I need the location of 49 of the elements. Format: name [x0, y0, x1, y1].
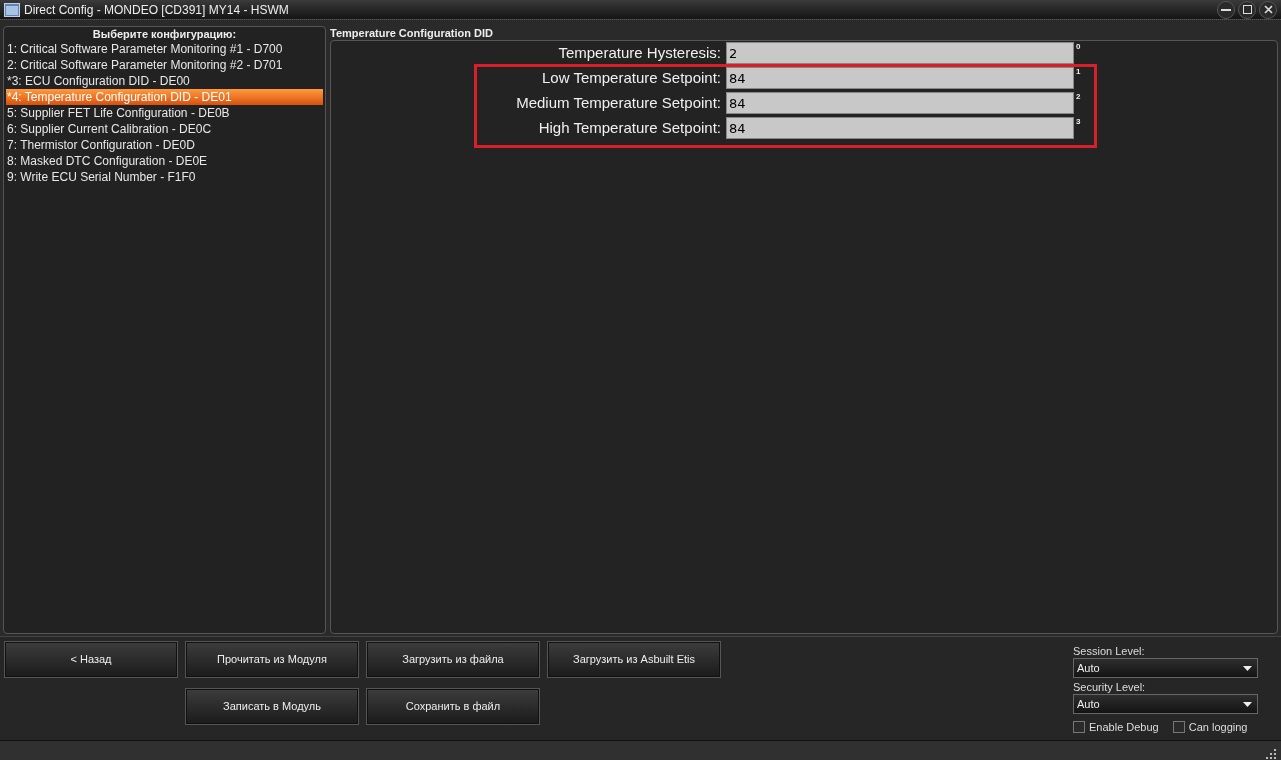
- minimize-button[interactable]: [1217, 0, 1235, 19]
- input-field[interactable]: 2: [726, 42, 1074, 64]
- checkbox-label: Can logging: [1188, 720, 1248, 735]
- close-button[interactable]: [1259, 0, 1277, 19]
- dropdown-value: Auto: [1077, 660, 1100, 676]
- minimize-icon: [1221, 8, 1231, 11]
- action-button[interactable]: Записать в Модуль: [186, 689, 358, 724]
- action-button[interactable]: < Назад: [5, 642, 177, 677]
- caret-icon: [1243, 665, 1252, 671]
- input-field[interactable]: 84: [726, 92, 1074, 114]
- sidebar-item[interactable]: 7: Thermistor Configuration - DE0D: [6, 137, 323, 153]
- input-field[interactable]: 84: [726, 117, 1074, 139]
- panel-title: Temperature Configuration DID: [330, 26, 494, 40]
- field-label: High Temperature Setpoint:: [537, 118, 722, 138]
- field-index: 3: [1075, 117, 1081, 127]
- sidebar-item[interactable]: 6: Supplier Current Calibration - DE0C: [6, 121, 323, 137]
- sidebar-item[interactable]: *3: ECU Configuration DID - DE00: [6, 73, 323, 89]
- action-button[interactable]: Сохранить в файл: [367, 689, 539, 724]
- sidebar-item[interactable]: 2: Critical Software Parameter Monitoring #2 - D701: [6, 57, 323, 73]
- action-button[interactable]: Загрузить из Asbuilt Etis: [548, 642, 720, 677]
- field-index: 0: [1075, 42, 1081, 52]
- field-label: Temperature Hysteresis:: [557, 43, 722, 63]
- checkbox[interactable]: [1172, 721, 1185, 734]
- select-label: Security Level:: [1073, 680, 1147, 694]
- dropdown[interactable]: Auto: [1073, 694, 1258, 714]
- select-label: Session Level:: [1073, 644, 1146, 658]
- field-label: Medium Temperature Setpoint:: [515, 93, 722, 113]
- sidebar-item[interactable]: 8: Masked DTC Configuration - DE0E: [6, 153, 323, 169]
- field-index: 2: [1075, 92, 1081, 102]
- sidebar-item[interactable]: 1: Critical Software Parameter Monitoring #1 - D700: [6, 41, 323, 57]
- sidebar-heading: Выберите конфигурацию:: [91, 27, 238, 41]
- sidebar-item[interactable]: 5: Supplier FET Life Configuration - DE0B: [6, 105, 323, 121]
- caret-icon: [1243, 701, 1252, 707]
- action-button[interactable]: Прочитать из Модуля: [186, 642, 358, 677]
- close-icon: [1263, 5, 1273, 14]
- dropdown-value: Auto: [1077, 696, 1100, 712]
- maximize-button[interactable]: [1238, 0, 1256, 19]
- field-label: Low Temperature Setpoint:: [541, 68, 722, 88]
- maximize-icon: [1242, 5, 1252, 14]
- sidebar-item[interactable]: 9: Write ECU Serial Number - F1F0: [6, 169, 323, 185]
- field-index: 1: [1075, 67, 1081, 77]
- window-icon: [4, 2, 20, 17]
- window-title: Direct Config - MONDEO [CD391] MY14 - HSWM: [24, 1, 289, 19]
- input-field[interactable]: 84: [726, 67, 1074, 89]
- checkbox-label: Enable Debug: [1089, 720, 1159, 735]
- action-button[interactable]: Загрузить из файла: [367, 642, 539, 677]
- resize-grip-icon[interactable]: [1266, 749, 1277, 760]
- dropdown[interactable]: Auto: [1073, 658, 1258, 678]
- checkbox[interactable]: [1073, 721, 1085, 734]
